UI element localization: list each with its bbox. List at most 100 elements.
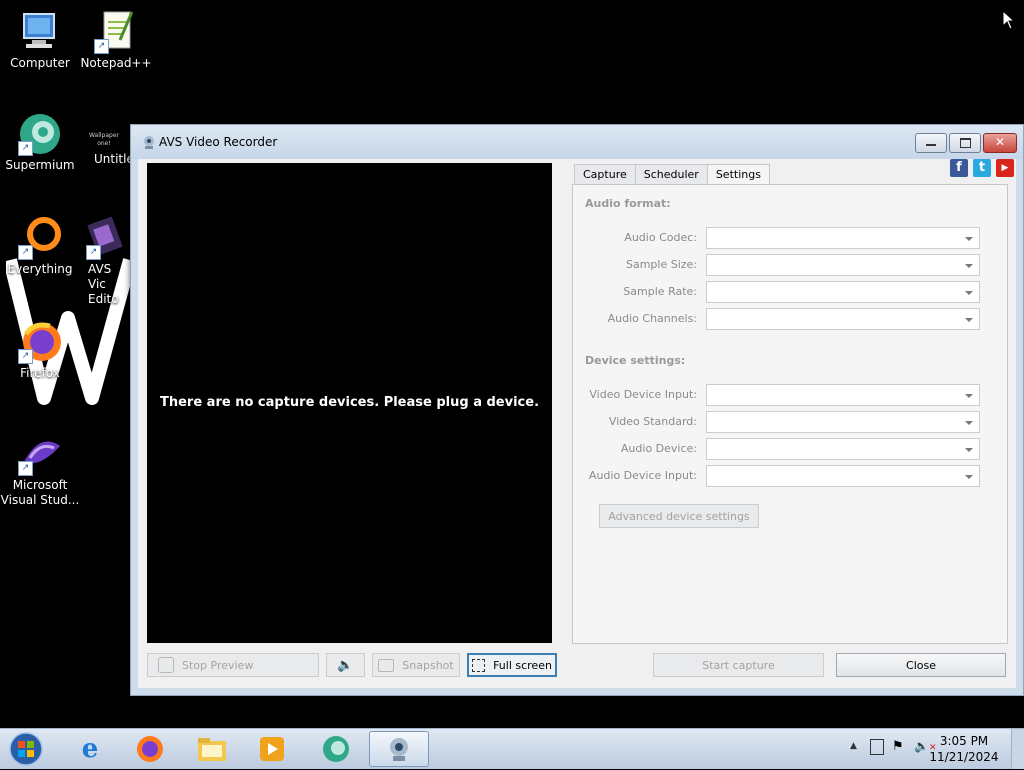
desktop-icon-label: AVS Vic Edito: [88, 262, 119, 306]
clock[interactable]: 3:05 PM 11/21/2024: [924, 733, 1004, 765]
desktop-icon-label: Notepad++: [80, 56, 152, 70]
dropdown-arrow-icon: [965, 237, 973, 241]
desktop-icon-label: Supermium: [5, 158, 75, 172]
start-capture-button[interactable]: Start capture: [653, 653, 824, 677]
camera-icon: [378, 658, 395, 672]
dropdown-arrow-icon: [965, 475, 973, 479]
desktop-icon-notepadpp[interactable]: ↗ Notepad++: [76, 10, 156, 71]
close-icon: ✕: [994, 135, 1006, 149]
desktop-icon-label: Firefox: [20, 366, 60, 380]
audio-device-select[interactable]: [706, 438, 980, 460]
desktop-icon-label: Microsoft Visual Stud...: [0, 478, 80, 507]
desktop-icon-untitled[interactable]: Wallpaper one! Untitle: [76, 132, 134, 167]
shortcut-arrow-icon: ↗: [18, 141, 33, 156]
firefox-icon: ↗: [16, 320, 64, 364]
tab-scheduler[interactable]: Scheduler: [634, 164, 708, 185]
full-screen-button[interactable]: Full screen: [467, 653, 557, 677]
stop-preview-button[interactable]: Stop Preview: [147, 653, 319, 677]
audio-codec-label: Audio Codec:: [624, 231, 697, 244]
dropdown-arrow-icon: [965, 421, 973, 425]
desktop-icon-firefox[interactable]: ↗ Firefox: [0, 320, 80, 381]
taskbar-avs-video-recorder[interactable]: [369, 731, 429, 767]
shortcut-arrow-icon: ↗: [18, 245, 33, 260]
video-device-input-select[interactable]: [706, 384, 980, 406]
desktop-icon-computer[interactable]: Computer: [0, 10, 80, 71]
clock-date: 11/21/2024: [929, 750, 999, 764]
wallpaper-thumb-text: Wallpaper one!: [88, 132, 119, 147]
firefox-icon: [137, 736, 163, 762]
sample-rate-select[interactable]: [706, 281, 980, 303]
device-settings-heading: Device settings:: [585, 354, 686, 367]
system-tray: ▲ ⚑ 🔈✕ 3:05 PM 11/21/2024: [824, 729, 1024, 769]
supermium-icon: ↗: [16, 112, 64, 156]
media-player-icon: [260, 737, 284, 761]
settings-panel: Audio format: Audio Codec: Sample Size: …: [572, 184, 1008, 644]
snapshot-button[interactable]: Snapshot: [372, 653, 460, 677]
taskbar-internet-explorer[interactable]: e: [62, 731, 118, 767]
tab-capture[interactable]: Capture: [574, 164, 636, 185]
taskbar-media-player[interactable]: [244, 731, 300, 767]
taskbar-firefox[interactable]: [122, 731, 178, 767]
show-hidden-icons-icon[interactable]: ▲: [850, 741, 857, 751]
audio-device-input-label: Audio Device Input:: [588, 469, 697, 482]
everything-icon: ↗: [16, 216, 64, 260]
dropdown-arrow-icon: [965, 318, 973, 322]
sample-size-select[interactable]: [706, 254, 980, 276]
start-button[interactable]: [6, 731, 46, 767]
show-desktop-button[interactable]: [1011, 729, 1024, 769]
network-icon[interactable]: [870, 739, 884, 755]
advanced-device-settings-button[interactable]: Advanced device settings: [599, 504, 759, 528]
youtube-icon[interactable]: ▶: [996, 159, 1014, 177]
sample-size-label: Sample Size:: [625, 258, 697, 271]
mute-button[interactable]: 🔈: [326, 653, 365, 677]
video-standard-select[interactable]: [706, 411, 980, 433]
minimize-button[interactable]: [915, 133, 947, 153]
window-client-area: There are no capture devices. Please plu…: [138, 159, 1016, 688]
close-window-button[interactable]: ✕: [983, 133, 1017, 153]
taskbar-file-explorer[interactable]: [184, 731, 240, 767]
desktop-icon-label: Untitle: [94, 152, 134, 166]
desktop-icon-avs-video-editor[interactable]: ↗ AVS Vic Edito: [76, 216, 132, 307]
restore-button[interactable]: [949, 133, 981, 153]
internet-explorer-icon: e: [81, 734, 99, 764]
clock-time: 3:05 PM: [939, 734, 989, 748]
audio-device-input-select[interactable]: [706, 465, 980, 487]
audio-channels-select[interactable]: [706, 308, 980, 330]
facebook-icon[interactable]: f: [950, 159, 968, 177]
close-button[interactable]: Close: [836, 653, 1006, 677]
shortcut-arrow-icon: ↗: [94, 39, 109, 54]
folder-icon: [198, 738, 226, 761]
twitter-icon[interactable]: t: [973, 159, 991, 177]
no-devices-message: There are no capture devices. Please plu…: [159, 395, 540, 410]
dropdown-arrow-icon: [965, 448, 973, 452]
full-screen-label: Full screen: [493, 658, 552, 672]
title-bar[interactable]: AVS Video Recorder ✕: [131, 125, 1023, 159]
stop-preview-label: Stop Preview: [182, 658, 254, 672]
dropdown-arrow-icon: [965, 291, 973, 295]
dropdown-arrow-icon: [965, 394, 973, 398]
computer-icon: [16, 10, 64, 54]
desktop-icon-label: Everything: [7, 262, 73, 276]
desktop-icon-label: Computer: [10, 56, 70, 70]
desktop-icon-supermium[interactable]: ↗ Supermium: [0, 112, 80, 173]
desktop-icon-everything[interactable]: ↗ Everything: [0, 216, 80, 277]
speaker-icon: 🔈: [337, 657, 354, 673]
shortcut-arrow-icon: ↗: [18, 461, 33, 476]
action-center-flag-icon[interactable]: ⚑: [892, 739, 904, 754]
audio-device-label: Audio Device:: [620, 442, 697, 455]
desktop-icon-visual-studio[interactable]: ↗ Microsoft Visual Stud...: [0, 432, 80, 508]
webcam-icon: [390, 738, 408, 761]
windows-start-icon: [9, 732, 43, 766]
supermium-icon: [323, 736, 349, 762]
audio-format-heading: Audio format:: [585, 197, 671, 210]
shortcut-arrow-icon: ↗: [86, 245, 101, 260]
video-preview-area: There are no capture devices. Please plu…: [147, 163, 552, 643]
app-webcam-icon: [144, 136, 154, 149]
window-title: AVS Video Recorder: [159, 135, 278, 149]
mouse-cursor-icon: [1002, 10, 1016, 30]
fullscreen-icon: [472, 658, 486, 672]
video-device-input-label: Video Device Input:: [589, 388, 697, 401]
taskbar-supermium[interactable]: [308, 731, 364, 767]
audio-codec-select[interactable]: [706, 227, 980, 249]
audio-channels-label: Audio Channels:: [607, 312, 697, 325]
